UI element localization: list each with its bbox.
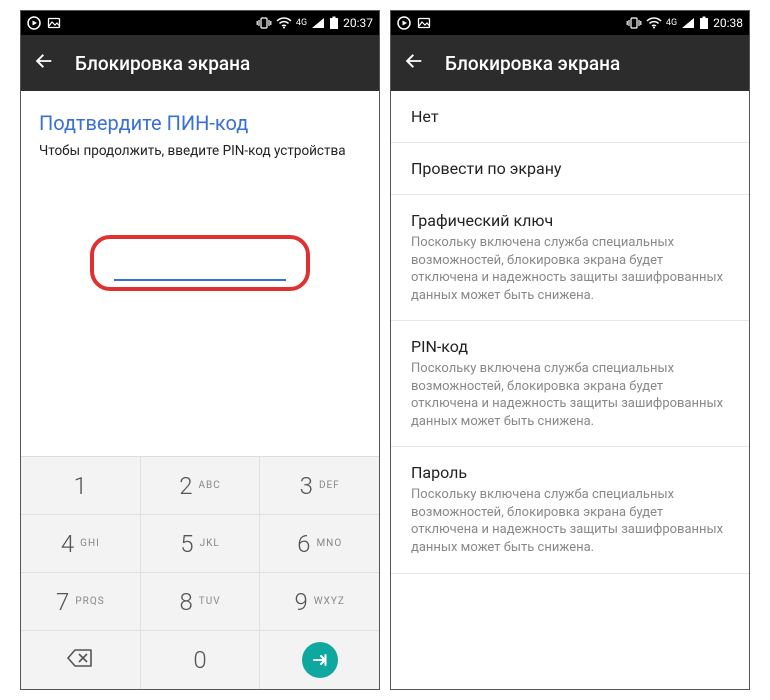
signal-icon — [311, 17, 325, 29]
play-icon — [27, 16, 41, 30]
status-bar: 4G 20:38 — [391, 11, 749, 35]
clock-label: 20:37 — [343, 16, 373, 30]
numeric-keypad: 1 2ABC 3DEF 4GHI 5JKL 6MNO 7PRQS 8TUV 9W… — [21, 456, 379, 689]
option-label: Провести по экрану — [411, 159, 729, 178]
gallery-icon — [417, 16, 431, 30]
enter-icon — [302, 642, 338, 678]
wifi-icon — [646, 17, 662, 29]
app-title: Блокировка экрана — [445, 52, 620, 75]
keypad-6[interactable]: 6MNO — [260, 515, 379, 572]
backspace-icon — [67, 649, 93, 671]
back-icon[interactable] — [403, 50, 425, 76]
pin-input-highlight — [90, 235, 310, 291]
back-icon[interactable] — [33, 50, 55, 76]
option-label: Пароль — [411, 463, 729, 482]
option-description: Поскольку включена служба специальных во… — [411, 486, 729, 556]
option-pattern[interactable]: Графический ключ Поскольку включена служ… — [391, 195, 749, 321]
confirm-title: Подтвердите ПИН-код — [21, 91, 379, 143]
keypad-0[interactable]: 0 — [141, 631, 261, 689]
phone-right: 4G 20:38 Блокировка экрана Нет Провести … — [390, 10, 750, 690]
app-bar: Блокировка экрана — [391, 35, 749, 91]
status-bar: 4G 20:37 — [21, 11, 379, 35]
network-label: 4G — [296, 18, 307, 28]
option-label: Нет — [411, 107, 729, 126]
keypad-9[interactable]: 9WXYZ — [260, 573, 379, 630]
keypad-5[interactable]: 5JKL — [141, 515, 261, 572]
keypad-7[interactable]: 7PRQS — [21, 573, 141, 630]
play-icon — [397, 16, 411, 30]
option-description: Поскольку включена служба специальных во… — [411, 360, 729, 430]
vibrate-icon — [626, 17, 642, 29]
pin-confirm-content: Подтвердите ПИН-код Чтобы продолжить, вв… — [21, 91, 379, 291]
confirm-subtitle: Чтобы продолжить, введите PIN-код устрой… — [21, 143, 379, 179]
clock-label: 20:38 — [713, 16, 743, 30]
battery-icon — [329, 16, 339, 30]
signal-icon — [681, 17, 695, 29]
keypad-2[interactable]: 2ABC — [141, 457, 261, 514]
option-password[interactable]: Пароль Поскольку включена служба специал… — [391, 447, 749, 573]
network-label: 4G — [666, 18, 677, 28]
keypad-3[interactable]: 3DEF — [260, 457, 379, 514]
gallery-icon — [47, 16, 61, 30]
battery-icon — [699, 16, 709, 30]
app-bar: Блокировка экрана — [21, 35, 379, 91]
wifi-icon — [276, 17, 292, 29]
option-label: Графический ключ — [411, 211, 729, 230]
lock-options-list: Нет Провести по экрану Графический ключ … — [391, 91, 749, 574]
option-label: PIN-код — [411, 337, 729, 356]
phone-left: 4G 20:37 Блокировка экрана Подтвердите П… — [20, 10, 380, 690]
vibrate-icon — [256, 17, 272, 29]
pin-input[interactable] — [114, 251, 286, 265]
option-swipe[interactable]: Провести по экрану — [391, 143, 749, 195]
option-none[interactable]: Нет — [391, 91, 749, 143]
keypad-8[interactable]: 8TUV — [141, 573, 261, 630]
keypad-4[interactable]: 4GHI — [21, 515, 141, 572]
keypad-1[interactable]: 1 — [21, 457, 141, 514]
app-title: Блокировка экрана — [75, 52, 250, 75]
keypad-backspace[interactable] — [21, 631, 141, 689]
option-description: Поскольку включена служба специальных во… — [411, 234, 729, 304]
keypad-enter[interactable] — [260, 631, 379, 689]
option-pin[interactable]: PIN-код Поскольку включена служба специа… — [391, 321, 749, 447]
pin-underline — [114, 279, 286, 281]
